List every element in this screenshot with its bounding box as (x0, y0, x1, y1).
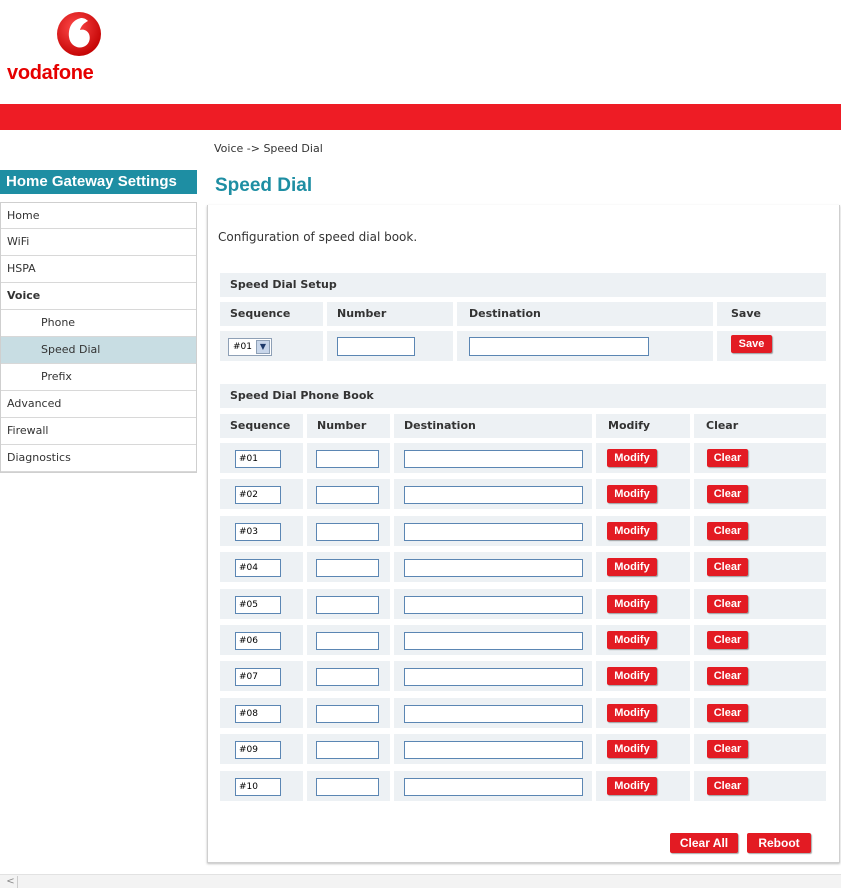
sidebar: Home Gateway Settings Home WiFi HSPA Voi… (0, 170, 197, 473)
sequence-field[interactable] (235, 668, 281, 686)
clear-button[interactable]: Clear (707, 558, 748, 576)
sidebar-item-wifi[interactable]: WiFi (1, 229, 196, 256)
sequence-field[interactable] (235, 486, 281, 504)
modify-button[interactable]: Modify (607, 631, 657, 649)
vodafone-speechmark-icon (57, 12, 101, 56)
destination-field[interactable] (404, 450, 583, 468)
sidebar-item-prefix[interactable]: Prefix (1, 364, 196, 391)
destination-field[interactable] (404, 596, 583, 614)
breadcrumb: Voice -> Speed Dial (214, 142, 323, 155)
sidebar-item-speed-dial[interactable]: Speed Dial (1, 337, 196, 364)
number-field[interactable] (316, 486, 379, 504)
sidebar-nav: Home WiFi HSPA Voice Phone Speed Dial Pr… (0, 202, 197, 473)
clear-button[interactable]: Clear (707, 631, 748, 649)
sequence-field[interactable] (235, 632, 281, 650)
clear-button[interactable]: Clear (707, 777, 748, 795)
number-field[interactable] (316, 705, 379, 723)
destination-field[interactable] (404, 486, 583, 504)
destination-field[interactable] (404, 632, 583, 650)
modify-button[interactable]: Modify (607, 595, 657, 613)
sidebar-item-hspa[interactable]: HSPA (1, 256, 196, 283)
destination-field[interactable] (404, 559, 583, 577)
modify-button[interactable]: Modify (607, 558, 657, 576)
number-field[interactable] (316, 741, 379, 759)
setup-sequence-value: #01 (233, 342, 252, 352)
setup-col-save: Save (717, 302, 826, 326)
page-title: Speed Dial (215, 175, 313, 196)
number-field[interactable] (316, 778, 379, 796)
setup-sequence-select[interactable]: #01 ▼ (228, 338, 272, 356)
setup-col-destination: Destination (457, 302, 713, 326)
pb-col-modify: Modify (596, 414, 690, 438)
sequence-field[interactable] (235, 523, 281, 541)
pb-col-destination: Destination (394, 414, 592, 438)
clear-button[interactable]: Clear (707, 704, 748, 722)
scroll-left-arrow-icon[interactable]: < (4, 876, 18, 888)
destination-field[interactable] (404, 741, 583, 759)
clear-button[interactable]: Clear (707, 485, 748, 503)
sidebar-item-diagnostics[interactable]: Diagnostics (1, 445, 196, 472)
destination-field[interactable] (404, 523, 583, 541)
clear-button[interactable]: Clear (707, 667, 748, 685)
number-field[interactable] (316, 632, 379, 650)
horizontal-scrollbar[interactable]: < (0, 874, 841, 888)
sidebar-item-phone[interactable]: Phone (1, 310, 196, 337)
brand-name: vodafone (7, 62, 94, 84)
modify-button[interactable]: Modify (607, 704, 657, 722)
clear-button[interactable]: Clear (707, 595, 748, 613)
phonebook-heading: Speed Dial Phone Book (220, 384, 826, 408)
number-field[interactable] (316, 668, 379, 686)
setup-heading: Speed Dial Setup (220, 273, 826, 297)
number-field[interactable] (316, 559, 379, 577)
sidebar-item-voice[interactable]: Voice (1, 283, 196, 310)
clear-button[interactable]: Clear (707, 449, 748, 467)
modify-button[interactable]: Modify (607, 667, 657, 685)
vodafone-logo: vodafone (0, 0, 200, 100)
pb-col-number: Number (307, 414, 390, 438)
clear-button[interactable]: Clear (707, 740, 748, 758)
pb-col-clear: Clear (694, 414, 826, 438)
chevron-down-icon[interactable]: ▼ (256, 340, 270, 354)
setup-col-number: Number (327, 302, 453, 326)
pb-col-sequence: Sequence (220, 414, 303, 438)
clear-button[interactable]: Clear (707, 522, 748, 540)
sidebar-item-home[interactable]: Home (1, 202, 196, 229)
modify-button[interactable]: Modify (607, 740, 657, 758)
destination-field[interactable] (404, 668, 583, 686)
modify-button[interactable]: Modify (607, 522, 657, 540)
setup-col-sequence: Sequence (220, 302, 323, 326)
sequence-field[interactable] (235, 596, 281, 614)
destination-field[interactable] (404, 778, 583, 796)
modify-button[interactable]: Modify (607, 449, 657, 467)
sequence-field[interactable] (235, 450, 281, 468)
number-field[interactable] (316, 596, 379, 614)
reboot-button[interactable]: Reboot (747, 833, 811, 853)
number-field[interactable] (316, 450, 379, 468)
modify-button[interactable]: Modify (607, 777, 657, 795)
header-red-bar (0, 104, 841, 130)
setup-number-input[interactable] (337, 337, 415, 356)
sidebar-item-firewall[interactable]: Firewall (1, 418, 196, 445)
sidebar-item-advanced[interactable]: Advanced (1, 391, 196, 418)
setup-destination-input[interactable] (469, 337, 649, 356)
modify-button[interactable]: Modify (607, 485, 657, 503)
number-field[interactable] (316, 523, 379, 541)
save-button[interactable]: Save (731, 335, 772, 353)
destination-field[interactable] (404, 705, 583, 723)
sidebar-title: Home Gateway Settings (0, 170, 197, 194)
sequence-field[interactable] (235, 559, 281, 577)
sequence-field[interactable] (235, 705, 281, 723)
page-description: Configuration of speed dial book. (218, 230, 418, 244)
clear-all-button[interactable]: Clear All (670, 833, 738, 853)
sequence-field[interactable] (235, 741, 281, 759)
sequence-field[interactable] (235, 778, 281, 796)
